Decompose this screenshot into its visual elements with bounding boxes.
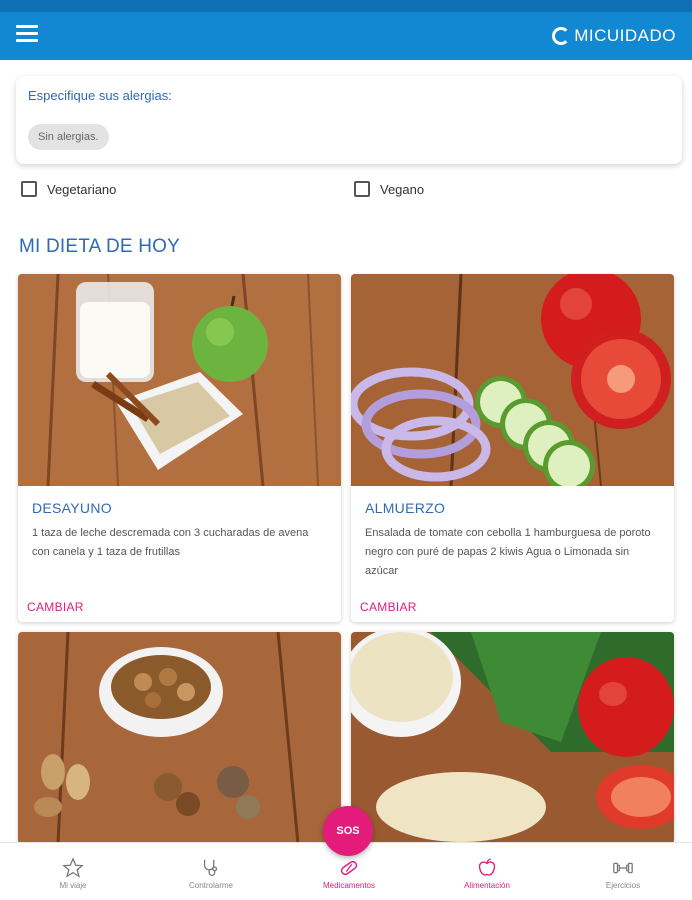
section-title: MI DIETA DE HOY [19, 236, 181, 257]
sos-button[interactable]: SOS [323, 806, 373, 856]
nav-label: Medicamentos [322, 881, 376, 890]
change-button[interactable]: CAMBIAR [27, 600, 84, 614]
meal-title: DESAYUNO [32, 500, 112, 516]
nav-label: Mi viaje [59, 881, 87, 890]
stethoscope-icon [203, 859, 218, 876]
meal-card-snack [18, 632, 341, 844]
brand-c-icon [552, 27, 571, 45]
nav-controlarme[interactable]: Controlarme [142, 843, 280, 900]
meal-card-dinner [351, 632, 674, 844]
nav-label: Ejercicios [605, 881, 641, 890]
dumbbell-icon [613, 862, 633, 874]
vegetarian-checkbox[interactable]: Vegetariano [21, 181, 116, 197]
app-bar: MICUIDADO [0, 0, 692, 60]
change-button[interactable]: CAMBIAR [360, 600, 417, 614]
pill-icon [340, 860, 358, 876]
meal-description: Ensalada de tomate con cebolla 1 hamburg… [365, 527, 651, 577]
meal-title: ALMUERZO [365, 500, 446, 516]
nav-label: Alimentación [464, 881, 510, 890]
meal-card-almuerzo: ALMUERZO Ensalada de tomate con cebolla … [351, 274, 674, 622]
allergy-label: Especifique sus alergias: [28, 88, 172, 103]
vegan-label: Vegano [380, 181, 425, 197]
nav-ejercicios[interactable]: Ejercicios [554, 843, 692, 900]
rice-photo [351, 632, 674, 844]
allergy-chip[interactable]: Sin alergias. [28, 124, 109, 150]
brand-name: MICUIDADO [574, 26, 676, 45]
allergy-card: Especifique sus alergias: Sin alergias. [16, 76, 682, 164]
checkbox-icon[interactable] [354, 181, 370, 197]
lunch-photo [351, 274, 674, 486]
vegan-checkbox[interactable]: Vegano [354, 181, 424, 197]
breakfast-photo [18, 274, 341, 486]
apple-icon [478, 858, 496, 876]
meal-card-desayuno: DESAYUNO 1 taza de leche descremada con … [18, 274, 341, 622]
nuts-photo [18, 632, 341, 844]
meal-description: 1 taza de leche descremada con 3 cuchara… [32, 527, 309, 558]
nav-label: Controlarme [188, 881, 233, 890]
hamburger-menu-icon[interactable] [16, 25, 38, 43]
status-bar [0, 0, 692, 12]
star-icon [62, 857, 84, 878]
vegetarian-label: Vegetariano [47, 181, 117, 197]
checkbox-icon[interactable] [21, 181, 37, 197]
nav-alimentacion[interactable]: Alimentación [418, 843, 556, 900]
brand-logo: MICUIDADO [552, 25, 676, 47]
nav-mi-viaje[interactable]: Mi viaje [4, 843, 142, 900]
